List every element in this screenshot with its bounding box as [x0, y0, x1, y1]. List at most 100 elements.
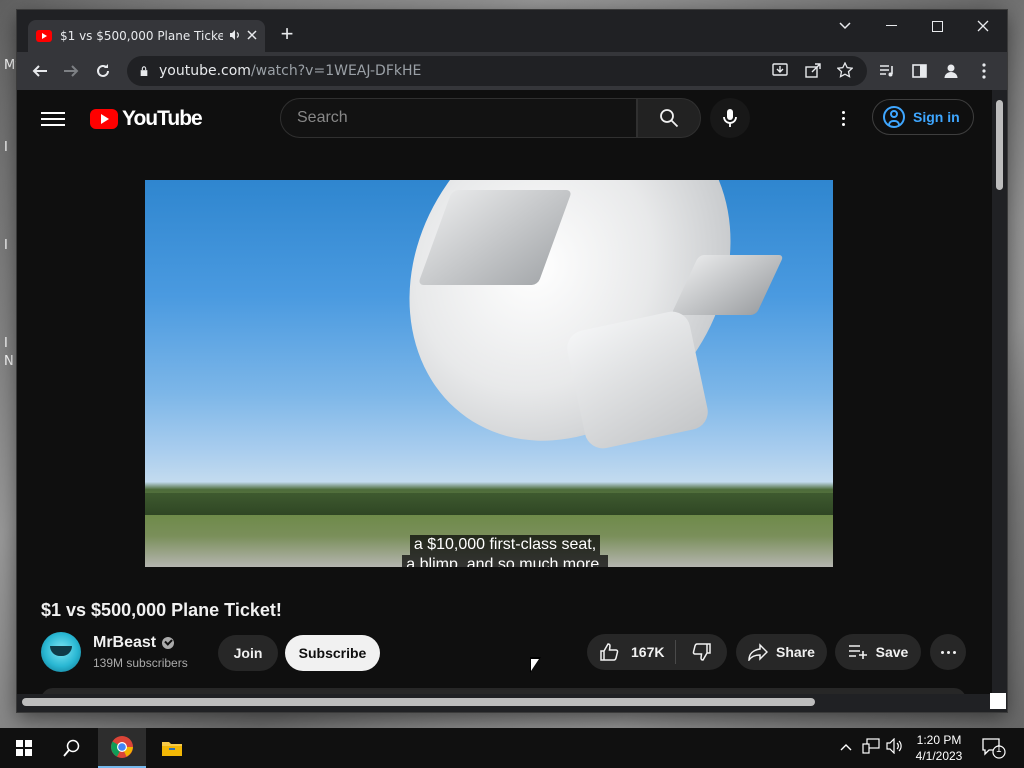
- subscriber-count: 139M subscribers: [93, 656, 188, 670]
- clock-date: 4/1/2023: [915, 749, 963, 763]
- notifications-button[interactable]: 1: [982, 737, 1006, 762]
- thumbs-up-icon: [600, 643, 619, 661]
- channel-avatar[interactable]: [41, 632, 81, 672]
- search-button[interactable]: [637, 98, 701, 138]
- youtube-play-icon: [90, 109, 118, 129]
- caption-line: a blimp, and so much more.: [402, 555, 608, 567]
- dislike-button[interactable]: [676, 642, 727, 662]
- chrome-icon: [111, 736, 133, 758]
- like-count: 167K: [631, 644, 665, 660]
- speaker-icon[interactable]: [229, 29, 241, 44]
- title-bar: $1 vs $500,000 Plane Ticket! +: [17, 10, 1007, 52]
- youtube-logo-text: YouTube: [122, 107, 203, 130]
- profile-button[interactable]: [939, 59, 963, 83]
- thumbs-down-icon: [692, 643, 711, 661]
- search-icon: [63, 739, 80, 757]
- share-button[interactable]: Share: [736, 634, 827, 670]
- forward-icon: [64, 65, 79, 77]
- tab-search-button[interactable]: [822, 10, 868, 42]
- caption-line: a $10,000 first-class seat,: [409, 535, 601, 555]
- taskbar-file-explorer[interactable]: [148, 728, 196, 768]
- forward-button[interactable]: [59, 59, 83, 83]
- share-arrow-icon: [748, 643, 769, 661]
- taskbar: 1:20 PM 4/1/2023 1: [0, 728, 1024, 768]
- mouse-cursor-icon: [530, 657, 541, 673]
- video-caption: a $10,000 first-class seat, a blimp, and…: [395, 535, 615, 567]
- playlist-add-icon: [848, 645, 867, 659]
- back-icon: [32, 65, 47, 77]
- youtube-favicon-icon: [36, 30, 52, 42]
- url-text: youtube.com/watch?v=1WEAJ-DFkHE: [159, 63, 422, 79]
- save-button[interactable]: Save: [835, 634, 921, 670]
- share-icon[interactable]: [805, 62, 821, 83]
- channel-name-row[interactable]: MrBeast: [93, 634, 175, 652]
- sign-in-label: Sign in: [913, 109, 960, 125]
- search-input[interactable]: [297, 109, 636, 127]
- desktop-icon-label: I: [4, 336, 8, 351]
- install-icon[interactable]: [772, 62, 788, 83]
- menu-icon: [982, 63, 986, 79]
- youtube-logo[interactable]: YouTube: [90, 107, 203, 131]
- notification-count: 1: [996, 744, 1002, 755]
- vertical-scroll-thumb[interactable]: [996, 100, 1003, 190]
- like-button[interactable]: 167K: [587, 642, 675, 662]
- share-label: Share: [776, 644, 815, 660]
- search-icon: [660, 109, 679, 128]
- media-control-button[interactable]: [875, 59, 899, 83]
- maximize-button[interactable]: [914, 10, 960, 42]
- youtube-page: YouTube Sign in a $10,000: [17, 90, 992, 700]
- youtube-header: YouTube Sign in: [17, 90, 992, 146]
- network-icon[interactable]: [862, 738, 880, 757]
- browser-toolbar: youtube.com/watch?v=1WEAJ-DFkHE: [17, 52, 1007, 90]
- horizontal-scroll-thumb[interactable]: [22, 698, 815, 706]
- search-box: [280, 98, 637, 138]
- star-icon[interactable]: [836, 61, 854, 83]
- system-clock[interactable]: 1:20 PM 4/1/2023: [912, 732, 966, 764]
- close-window-button[interactable]: [960, 10, 1006, 42]
- video-player[interactable]: a $10,000 first-class seat, a blimp, and…: [145, 180, 833, 567]
- side-panel-button[interactable]: [907, 59, 931, 83]
- browser-window: $1 vs $500,000 Plane Ticket! + youtube.c…: [17, 10, 1007, 712]
- new-tab-button[interactable]: +: [275, 23, 299, 47]
- taskbar-search-button[interactable]: [48, 728, 96, 768]
- chevron-down-icon: [839, 22, 851, 30]
- voice-search-button[interactable]: [710, 98, 750, 138]
- vertical-scrollbar[interactable]: [993, 90, 1007, 700]
- video-frame-gondola: [563, 308, 712, 452]
- desktop-icon-label: N: [4, 354, 14, 369]
- clock-time: 1:20 PM: [916, 733, 962, 747]
- sign-in-button[interactable]: Sign in: [872, 99, 974, 135]
- start-icon: [16, 740, 32, 756]
- media-icon: [880, 65, 893, 77]
- browser-menu-button[interactable]: [972, 59, 996, 83]
- like-dislike-group: 167K: [587, 634, 727, 670]
- reload-button[interactable]: [91, 59, 115, 83]
- address-bar[interactable]: youtube.com/watch?v=1WEAJ-DFkHE: [127, 56, 867, 86]
- horizontal-scrollbar[interactable]: [17, 694, 993, 710]
- sidepanel-icon: [911, 64, 927, 78]
- hamburger-menu-icon[interactable]: [41, 108, 65, 128]
- subscribe-button[interactable]: Subscribe: [285, 635, 380, 671]
- file-explorer-icon: [162, 742, 182, 756]
- start-button[interactable]: [0, 728, 48, 768]
- maximize-icon: [931, 20, 943, 32]
- reload-icon: [97, 64, 109, 77]
- verified-badge-icon: [162, 637, 175, 649]
- join-button[interactable]: Join: [218, 635, 278, 671]
- video-title: $1 vs $500,000 Plane Ticket!: [41, 600, 282, 620]
- desktop-icon-label: I: [4, 140, 8, 155]
- minimize-icon: [885, 25, 897, 26]
- chevron-up-icon[interactable]: [840, 738, 852, 754]
- taskbar-chrome[interactable]: [98, 728, 146, 768]
- tab-close-icon[interactable]: [247, 29, 257, 43]
- microphone-icon: [723, 109, 737, 127]
- minimize-button[interactable]: [868, 10, 914, 42]
- save-label: Save: [875, 644, 909, 660]
- volume-icon[interactable]: [886, 737, 904, 757]
- more-actions-button[interactable]: [930, 634, 966, 670]
- browser-tab[interactable]: $1 vs $500,000 Plane Ticket!: [28, 20, 265, 52]
- channel-name[interactable]: MrBeast: [93, 634, 156, 652]
- back-button[interactable]: [28, 59, 52, 83]
- settings-kebab-icon[interactable]: [831, 106, 855, 130]
- desktop-icon-label: I: [4, 238, 8, 253]
